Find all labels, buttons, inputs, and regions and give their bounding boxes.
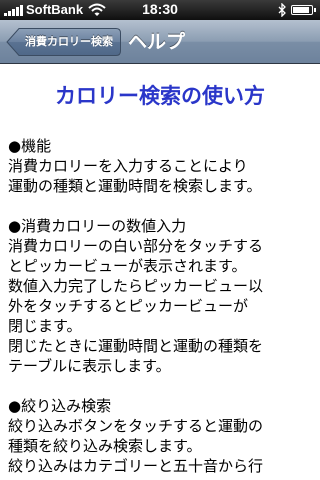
section-text-line: 種類を絞り込み検索します。 [8,437,202,455]
section-text-line: 運動の種類と運動時間を検索します。 [8,177,262,195]
section-text-line: 閉じたときに運動時間と運動の種類を [8,337,264,355]
help-content[interactable]: カロリー検索の使い方 ●機能 消費カロリーを入力することにより 運動の種類と運動… [0,64,320,480]
section-function: ●機能 消費カロリーを入力することにより 運動の種類と運動時間を検索します。 [8,136,316,196]
section-text-line: 閉じます。 [8,317,82,335]
section-text-line: とピッカービューが表示されます。 [8,257,247,275]
page-title: ヘルプ [128,31,186,53]
section-title: ●消費カロリーの数値入力 [8,217,187,235]
help-heading: カロリー検索の使い方 [55,84,265,108]
section-text-line: 数値入力完了したらピッカービュー以 [8,277,264,295]
section-text-line: 外をタッチするとピッカービューが [8,297,249,315]
section-text-line: 絞り込みはカテゴリーと五十音から行 [8,457,264,475]
help-body: ●機能 消費カロリーを入力することにより 運動の種類と運動時間を検索します。 ●… [8,136,316,480]
back-button[interactable]: 消費カロリー検索 [6,27,122,57]
battery-level [293,7,309,13]
section-numeric-input: ●消費カロリーの数値入力 消費カロリーの白い部分をタッチする とピッカービューが… [8,216,316,376]
section-filter-search: ●絞り込み検索 絞り込みボタンをタッチすると運動の 種類を絞り込み検索します。 … [8,396,316,476]
status-bar: SoftBank 18:30 [0,0,320,20]
section-title: ●機能 [8,137,52,155]
section-text-line: テーブルに表示します。 [8,357,171,375]
section-text-line: 消費カロリーの白い部分をタッチする [8,237,264,255]
bluetooth-icon [278,3,286,17]
clock: 18:30 [142,1,178,17]
navigation-bar: 消費カロリー検索 ヘルプ [0,20,320,64]
section-text-line: 絞り込みボタンをタッチすると運動の [8,417,264,435]
back-button-label: 消費カロリー検索 [25,35,113,48]
battery-icon [291,5,316,15]
section-text-line: 消費カロリーを入力することにより [8,157,248,175]
section-title: ●絞り込み検索 [8,397,112,415]
